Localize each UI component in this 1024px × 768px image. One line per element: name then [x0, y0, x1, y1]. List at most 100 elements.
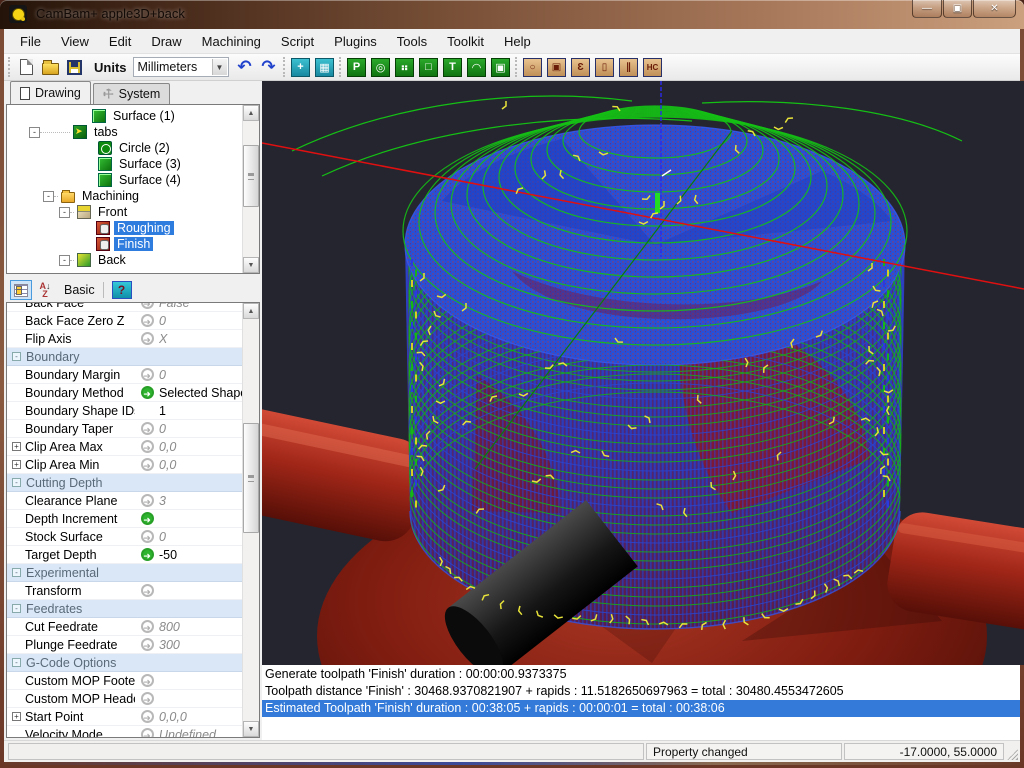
property-scrollbar-thumb[interactable]	[243, 423, 259, 533]
value-default-icon[interactable]: ➜	[141, 368, 154, 381]
property-value[interactable]: Selected Shapes	[159, 386, 242, 400]
value-default-icon[interactable]: ➜	[141, 302, 154, 309]
tree-item-surface-1-[interactable]: Surface (1)	[7, 108, 242, 124]
tree-item-tabs[interactable]: -tabs	[7, 124, 242, 140]
property-value[interactable]: 300	[159, 638, 242, 652]
property-value[interactable]: X	[159, 332, 242, 346]
3d-viewport[interactable]	[262, 81, 1020, 664]
tree-expander-icon[interactable]: -	[43, 191, 54, 202]
scroll-up-icon[interactable]: ▲	[243, 105, 259, 121]
tree-item-surface-4-[interactable]: Surface (4)	[7, 172, 242, 188]
open-file-icon[interactable]	[39, 56, 61, 78]
value-default-icon[interactable]: ➜	[141, 638, 154, 651]
tree-item-roughing[interactable]: Roughing	[7, 220, 242, 236]
categorized-view-button[interactable]	[10, 280, 32, 300]
property-row-boundary-shape-ids[interactable]: Boundary Shape IDs1	[7, 402, 242, 420]
show-grid-icon[interactable]: ▦	[314, 56, 336, 78]
property-row-custom-mop-footer[interactable]: Custom MOP Footer➜	[7, 672, 242, 690]
category-collapse-icon[interactable]: -	[12, 604, 21, 613]
message-log[interactable]: Generate toolpath 'Finish' duration : 00…	[262, 664, 1020, 740]
property-row-clip-area-max[interactable]: +Clip Area Max➜0,0	[7, 438, 242, 456]
new-file-icon[interactable]	[15, 56, 37, 78]
property-value[interactable]: 0	[159, 422, 242, 436]
category-collapse-icon[interactable]: -	[12, 478, 21, 487]
tree-expander-icon[interactable]: -	[59, 207, 70, 218]
value-default-icon[interactable]: ➜	[141, 674, 154, 687]
toolbar-grip[interactable]	[8, 57, 12, 77]
redo-icon[interactable]: ↷	[258, 56, 280, 78]
property-value[interactable]: False	[159, 302, 242, 310]
undo-icon[interactable]: ↶	[234, 56, 256, 78]
property-row-back-face-zero-z[interactable]: Back Face Zero Z➜0	[7, 312, 242, 330]
menu-tools[interactable]: Tools	[387, 30, 437, 53]
tree-item-back[interactable]: -Back	[7, 252, 242, 268]
alphabetical-sort-button[interactable]: A↓Z	[34, 280, 56, 300]
property-value[interactable]: -50	[159, 548, 242, 562]
category-collapse-icon[interactable]: -	[12, 568, 21, 577]
property-expand-icon[interactable]: +	[12, 442, 21, 451]
draw-polyline-icon[interactable]: P	[346, 56, 368, 78]
tree-item-circle-2-[interactable]: Circle (2)	[7, 140, 242, 156]
menu-draw[interactable]: Draw	[141, 30, 191, 53]
value-default-icon[interactable]: ➜	[141, 314, 154, 327]
tab-system[interactable]: ⚒ System	[93, 83, 170, 104]
tree-item-finish[interactable]: Finish	[7, 236, 242, 252]
property-value[interactable]: 0,0	[159, 458, 242, 472]
draw-arc-icon[interactable]: ◠	[466, 56, 488, 78]
tree-expander-icon[interactable]: -	[29, 127, 40, 138]
minimize-button[interactable]: —	[912, 0, 942, 18]
property-value[interactable]: 0	[159, 530, 242, 544]
log-line[interactable]: Estimated Toolpath 'Finish' duration : 0…	[262, 700, 1020, 717]
units-combobox[interactable]: Millimeters ▼	[133, 57, 229, 77]
property-row-start-point[interactable]: +Start Point➜0,0,0	[7, 708, 242, 726]
property-value[interactable]: Undefined	[159, 728, 242, 739]
draw-circle-icon[interactable]: ◎	[370, 56, 392, 78]
combo-dropdown-icon[interactable]: ▼	[212, 59, 227, 75]
log-line[interactable]: Generate toolpath 'Finish' duration : 00…	[262, 666, 1020, 683]
property-row-back-face[interactable]: Back Face➜False	[7, 302, 242, 312]
value-default-icon[interactable]: ➜	[141, 422, 154, 435]
menu-machining[interactable]: Machining	[192, 30, 271, 53]
draw-pointlist-icon[interactable]: ⠶	[394, 56, 416, 78]
property-row-clearance-plane[interactable]: Clearance Plane➜3	[7, 492, 242, 510]
value-set-icon[interactable]: ➜	[141, 512, 154, 525]
property-scrollbar[interactable]: ▲ ▼	[242, 303, 259, 737]
property-row-cut-feedrate[interactable]: Cut Feedrate➜800	[7, 618, 242, 636]
engrave-mop-icon[interactable]: Ɛ	[570, 56, 592, 78]
property-row-boundary-taper[interactable]: Boundary Taper➜0	[7, 420, 242, 438]
value-default-icon[interactable]: ➜	[141, 710, 154, 723]
value-set-icon[interactable]: ➜	[141, 548, 154, 561]
scroll-down-icon[interactable]: ▼	[243, 721, 259, 737]
property-category-boundary[interactable]: -Boundary	[7, 348, 242, 366]
tree-scrollbar[interactable]: ▲ ▼	[242, 105, 259, 273]
title-bar[interactable]: CamBam+ apple3D+back — ▣ ✕	[0, 0, 1024, 29]
draw-surface-icon[interactable]: ▣	[490, 56, 512, 78]
property-row-stock-surface[interactable]: Stock Surface➜0	[7, 528, 242, 546]
toolbar-grip[interactable]	[283, 57, 287, 77]
property-value[interactable]: 0,0	[159, 440, 242, 454]
property-row-boundary-method[interactable]: Boundary Method➜Selected Shapes	[7, 384, 242, 402]
property-value[interactable]: 0	[159, 368, 242, 382]
drill-mop-icon[interactable]: ▯	[594, 56, 616, 78]
value-default-icon[interactable]: ➜	[141, 728, 154, 738]
scroll-up-icon[interactable]: ▲	[243, 303, 259, 319]
property-expand-icon[interactable]: +	[12, 460, 21, 469]
help-button[interactable]: ?	[112, 281, 132, 299]
property-row-target-depth[interactable]: Target Depth➜-50	[7, 546, 242, 564]
toolbar-grip[interactable]	[339, 57, 343, 77]
property-row-velocity-mode[interactable]: Velocity Mode➜Undefined	[7, 726, 242, 738]
tab-drawing[interactable]: Drawing	[10, 81, 91, 104]
log-line[interactable]: Toolpath distance 'Finish' : 30468.93708…	[262, 683, 1020, 700]
draw-rectangle-icon[interactable]: □	[418, 56, 440, 78]
menu-script[interactable]: Script	[271, 30, 324, 53]
property-row-flip-axis[interactable]: Flip Axis➜X	[7, 330, 242, 348]
property-row-transform[interactable]: Transform➜	[7, 582, 242, 600]
close-button[interactable]: ✕	[973, 0, 1016, 18]
property-row-plunge-feedrate[interactable]: Plunge Feedrate➜300	[7, 636, 242, 654]
pocket-mop-icon[interactable]: ▣	[546, 56, 568, 78]
value-default-icon[interactable]: ➜	[141, 458, 154, 471]
menu-plugins[interactable]: Plugins	[324, 30, 387, 53]
value-default-icon[interactable]: ➜	[141, 584, 154, 597]
property-expand-icon[interactable]: +	[12, 712, 21, 721]
property-row-clip-area-min[interactable]: +Clip Area Min➜0,0	[7, 456, 242, 474]
